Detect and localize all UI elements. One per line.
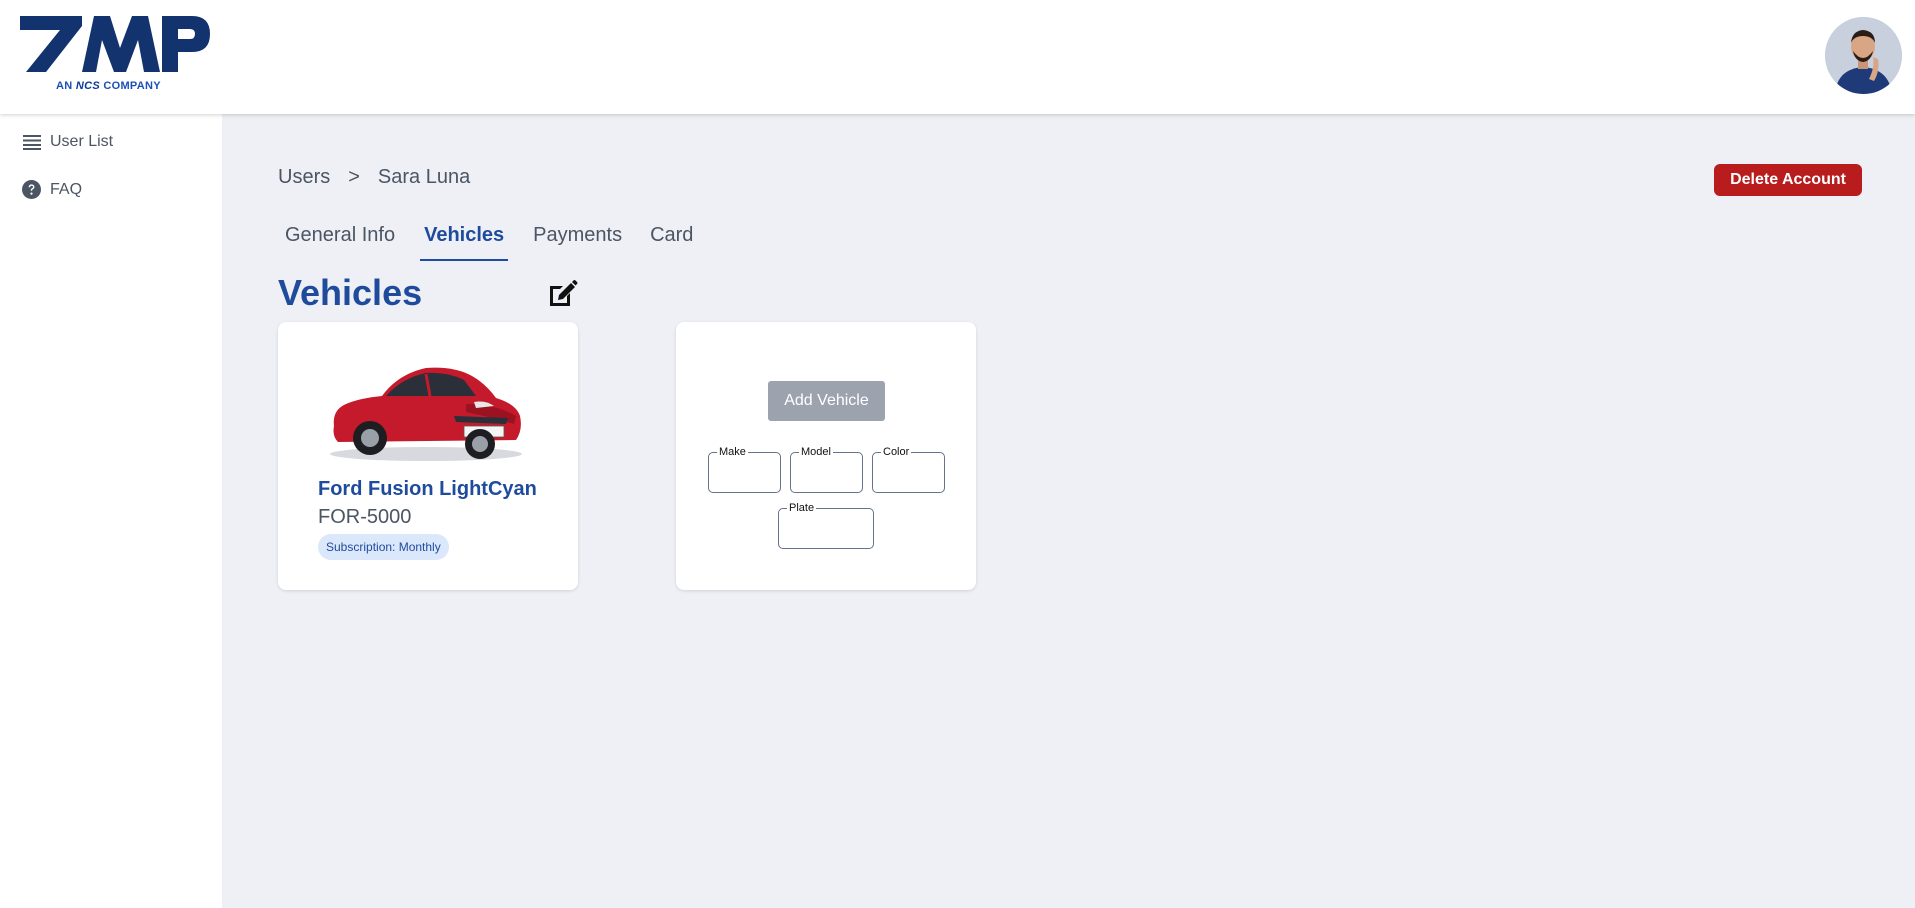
- tab-bar: General Info Vehicles Payments Card: [282, 222, 718, 261]
- edit-icon[interactable]: [546, 278, 578, 310]
- tab-card[interactable]: Card: [647, 222, 696, 261]
- model-field-label: Model: [799, 445, 833, 459]
- sidebar-item-label: FAQ: [50, 180, 83, 198]
- sidebar-item-user-list[interactable]: User List: [22, 132, 113, 151]
- amp-logo[interactable]: AN NCS COMPANY: [20, 16, 210, 96]
- delete-account-button[interactable]: Delete Account: [1714, 164, 1862, 196]
- top-header: AN NCS COMPANY: [0, 0, 1915, 114]
- tab-general-info[interactable]: General Info: [282, 222, 398, 261]
- plate-field[interactable]: Plate: [778, 501, 874, 549]
- list-icon: [22, 132, 41, 151]
- avatar[interactable]: [1825, 17, 1902, 94]
- amp-logo-mark: [20, 16, 210, 72]
- user-avatar-icon: [1825, 17, 1902, 94]
- logo-tagline: AN NCS COMPANY: [56, 80, 161, 92]
- vehicle-name: Ford Fusion LightCyan: [318, 478, 537, 500]
- color-field[interactable]: Color: [872, 445, 945, 493]
- color-field-label: Color: [881, 445, 912, 459]
- make-field-label: Make: [717, 445, 748, 459]
- sidebar-item-faq[interactable]: FAQ: [22, 180, 82, 199]
- breadcrumb-current: Sara Luna: [377, 166, 471, 188]
- add-vehicle-card: Add Vehicle Make Model Color Plate: [676, 322, 976, 590]
- tab-payments[interactable]: Payments: [530, 222, 625, 261]
- page-title: Vehicles: [278, 272, 423, 313]
- tab-vehicles[interactable]: Vehicles: [420, 222, 509, 261]
- breadcrumb-root-link[interactable]: Users: [278, 166, 330, 189]
- question-circle-icon: [22, 180, 41, 199]
- main-content: Users > Sara Luna Delete Account General…: [222, 114, 1915, 908]
- subscription-badge: Subscription: Monthly: [318, 534, 449, 560]
- vehicle-plate: FOR-5000: [318, 506, 412, 528]
- sidebar-item-label: User List: [50, 132, 114, 150]
- vehicle-image: [326, 354, 526, 464]
- breadcrumb: Users > Sara Luna: [278, 166, 470, 189]
- sidebar: User List FAQ: [0, 114, 222, 908]
- vehicle-card[interactable]: Ford Fusion LightCyan FOR-5000 Subscript…: [278, 322, 578, 590]
- model-field[interactable]: Model: [790, 445, 863, 493]
- add-vehicle-button[interactable]: Add Vehicle: [768, 381, 885, 421]
- breadcrumb-separator: >: [348, 166, 360, 188]
- make-field[interactable]: Make: [708, 445, 781, 493]
- plate-field-label: Plate: [787, 501, 817, 515]
